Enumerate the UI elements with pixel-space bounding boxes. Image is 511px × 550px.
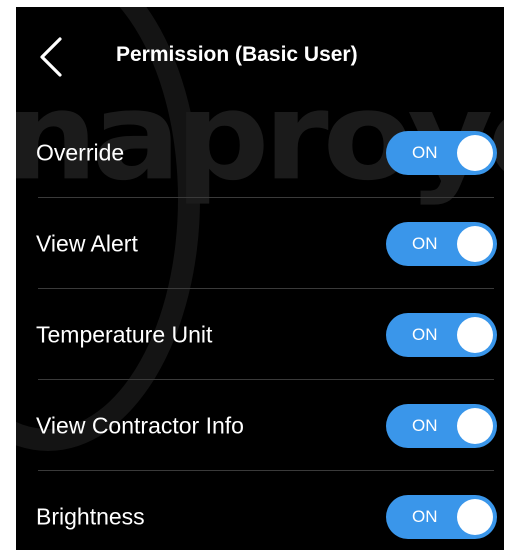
view-contractor-info-toggle[interactable]: ON	[386, 403, 497, 448]
toggle-state-text: ON	[412, 324, 438, 344]
toggle-state-text: ON	[412, 142, 438, 162]
brightness-toggle[interactable]: ON	[386, 494, 497, 539]
page-title: Permission (Basic User)	[116, 43, 358, 66]
permission-row-view-alert: View Alert ON	[16, 198, 504, 289]
chevron-left-icon	[40, 37, 62, 77]
permission-row-brightness: Brightness ON	[16, 471, 504, 550]
permission-label: Override	[36, 139, 125, 165]
toggle-knob	[457, 498, 493, 535]
toggle-knob	[457, 316, 493, 353]
permission-screen: naproyec Permission (Basic User) Overrid…	[16, 7, 504, 550]
device-frame: naproyec Permission (Basic User) Overrid…	[0, 0, 511, 550]
toggle-knob	[457, 407, 493, 444]
header: Permission (Basic User)	[16, 7, 504, 107]
permission-row-view-contractor-info: View Contractor Info ON	[16, 380, 504, 471]
view-alert-toggle[interactable]: ON	[386, 221, 497, 266]
permission-label: View Contractor Info	[36, 412, 244, 438]
permission-label: Temperature Unit	[36, 321, 213, 347]
toggle-state-text: ON	[412, 233, 438, 253]
override-toggle[interactable]: ON	[386, 130, 497, 175]
permission-label: View Alert	[36, 230, 138, 256]
temperature-unit-toggle[interactable]: ON	[386, 312, 497, 357]
back-button[interactable]	[34, 37, 68, 77]
toggle-knob	[457, 134, 493, 171]
permission-label: Brightness	[36, 503, 145, 529]
permission-row-temperature-unit: Temperature Unit ON	[16, 289, 504, 380]
toggle-knob	[457, 225, 493, 262]
toggle-state-text: ON	[412, 506, 438, 526]
permission-row-override: Override ON	[16, 107, 504, 198]
toggle-state-text: ON	[412, 415, 438, 435]
